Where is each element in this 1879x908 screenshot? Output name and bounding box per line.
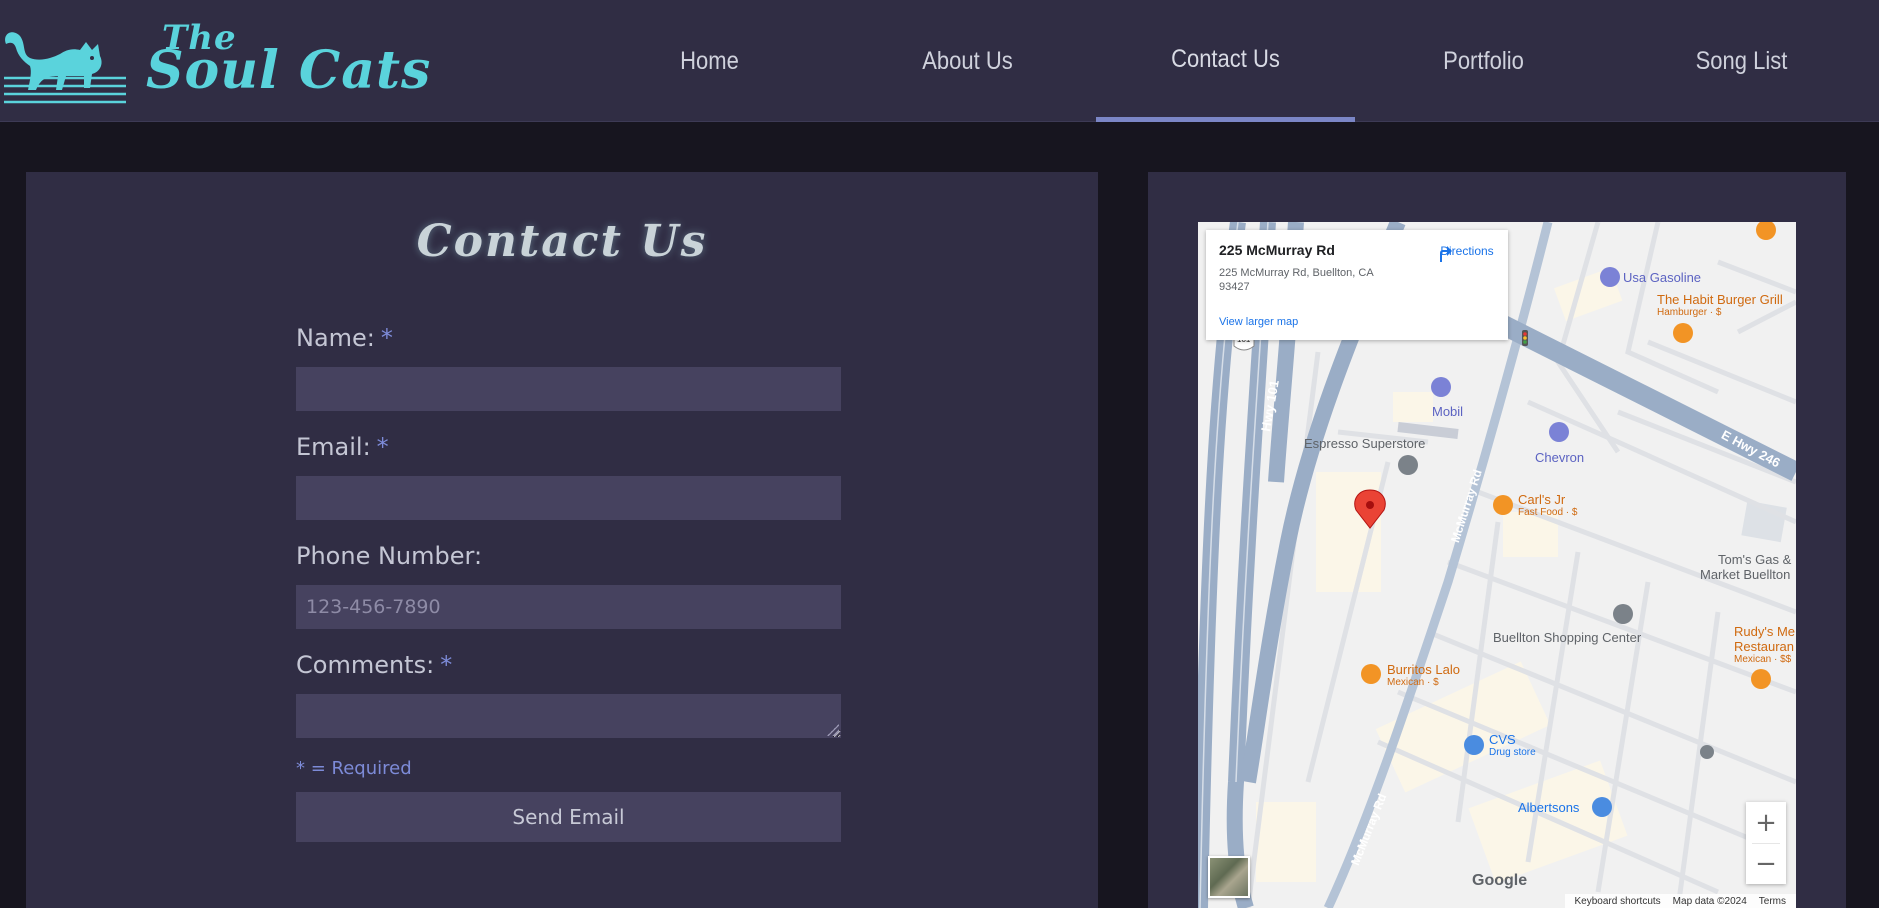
place-mobil[interactable]: Mobil — [1432, 404, 1463, 419]
required-marker: * — [380, 324, 393, 352]
place-habit-sub: Hamburger · $ — [1657, 307, 1722, 318]
traffic-light-icon — [1522, 330, 1528, 346]
required-marker: * — [440, 651, 453, 679]
nav-active-indicator — [1096, 117, 1355, 122]
map-info-card: 225 McMurray Rd 225 McMurray Rd, Buellto… — [1206, 230, 1508, 340]
place-espresso[interactable]: Espresso Superstore — [1304, 436, 1425, 451]
nav-portfolio[interactable]: Portfolio — [1370, 0, 1598, 122]
place-rudys-2: Restauran — [1734, 639, 1794, 654]
cat-logo-icon — [4, 32, 126, 104]
phone-label-text: Phone Number: — [296, 542, 483, 570]
google-logo: Google — [1472, 872, 1528, 889]
map-data-text: Map data ©2024 — [1672, 895, 1747, 907]
email-label-text: Email: — [296, 433, 371, 461]
place-rudys-sub: Mexican · $$ — [1734, 654, 1792, 665]
nav-home[interactable]: Home — [596, 0, 824, 122]
satellite-toggle-button[interactable] — [1208, 856, 1250, 898]
directions-icon — [1440, 246, 1452, 262]
map-panel: Hwy 101 McMurray Rd McMurray Rd E Hwy 24… — [1148, 172, 1846, 908]
required-note: * = Required — [296, 758, 412, 779]
nav-song-list[interactable]: Song List — [1628, 0, 1856, 122]
directions-button[interactable]: Directions — [1432, 242, 1502, 262]
place-albertsons[interactable]: Albertsons — [1518, 800, 1579, 815]
info-address: 225 McMurray Rd, Buellton, CA 93427 — [1219, 267, 1374, 293]
page-title: Contact Us — [416, 216, 708, 267]
site-header: The Soul Cats Home About Us Contact Us P… — [0, 0, 1879, 122]
phone-input[interactable] — [296, 585, 841, 629]
email-label: Email: * — [296, 433, 389, 461]
place-burritos-lalo[interactable]: Burritos Lalo — [1387, 662, 1460, 677]
logo-name: Soul Cats — [146, 40, 432, 101]
main-nav: Home About Us Contact Us Portfolio Song … — [580, 0, 1879, 122]
info-title: 225 McMurray Rd — [1219, 242, 1335, 258]
place-usa-gasoline[interactable]: Usa Gasoline — [1623, 270, 1701, 285]
zoom-out-button[interactable]: − — [1746, 843, 1786, 884]
nav-contact-us[interactable]: Contact Us — [1112, 0, 1340, 122]
phone-label: Phone Number: — [296, 542, 482, 570]
place-cvs[interactable]: CVS — [1489, 732, 1516, 747]
comments-label: Comments: * — [296, 651, 452, 679]
resize-handle-icon[interactable] — [827, 724, 839, 736]
email-input[interactable] — [296, 476, 841, 520]
keyboard-shortcuts-link[interactable]: Keyboard shortcuts — [1575, 896, 1661, 907]
place-toms-2: Market Buellton — [1700, 567, 1791, 582]
comments-textarea[interactable] — [296, 694, 841, 738]
map-footer: Keyboard shortcuts Map data ©2024 Terms — [1564, 894, 1796, 908]
place-rudys-1[interactable]: Rudy's Me — [1734, 624, 1795, 639]
place-cvs-sub: Drug store — [1489, 747, 1536, 758]
required-marker: * — [376, 433, 389, 461]
comments-label-text: Comments: — [296, 651, 435, 679]
place-carls-jr[interactable]: Carl's Jr — [1518, 492, 1565, 507]
zoom-in-button[interactable]: + — [1746, 802, 1786, 843]
view-larger-map-link[interactable]: View larger map — [1219, 316, 1298, 328]
place-habit-burger[interactable]: The Habit Burger Grill — [1657, 292, 1783, 307]
send-email-button[interactable]: Send Email — [296, 792, 841, 842]
google-map[interactable]: Hwy 101 McMurray Rd McMurray Rd E Hwy 24… — [1198, 222, 1796, 908]
comments-wrapper — [296, 694, 841, 738]
contact-panel: Contact Us Name: * Email: * Phone Number: … — [26, 172, 1098, 908]
place-chevron[interactable]: Chevron — [1535, 450, 1584, 465]
name-label-text: Name: — [296, 324, 375, 352]
terms-link[interactable]: Terms — [1759, 896, 1786, 907]
nav-about-us[interactable]: About Us — [854, 0, 1082, 122]
place-toms-1[interactable]: Tom's Gas & — [1718, 552, 1791, 567]
site-logo[interactable]: The Soul Cats — [0, 14, 430, 124]
zoom-controls: + − — [1746, 802, 1786, 884]
place-carls-sub: Fast Food · $ — [1518, 507, 1578, 518]
place-burritos-sub: Mexican · $ — [1387, 677, 1439, 688]
name-input[interactable] — [296, 367, 841, 411]
name-label: Name: * — [296, 324, 393, 352]
place-shopping-center[interactable]: Buellton Shopping Center — [1493, 630, 1641, 645]
